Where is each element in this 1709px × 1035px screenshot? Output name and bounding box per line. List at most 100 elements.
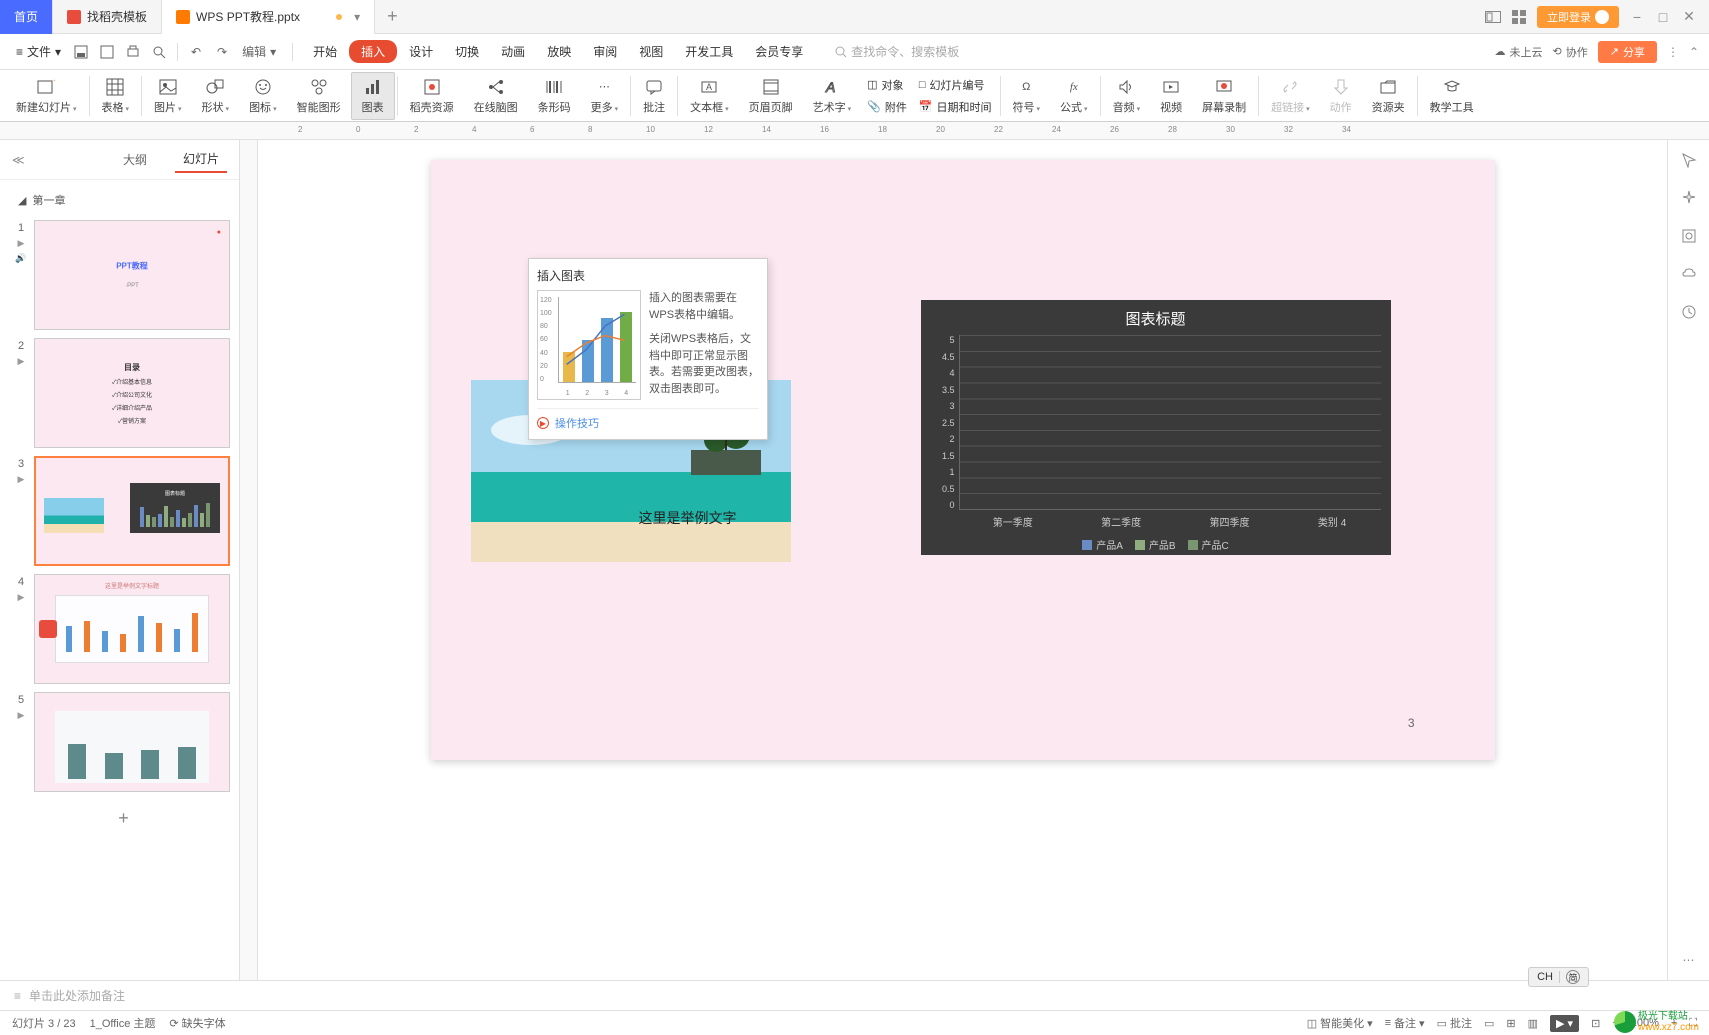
- section-header[interactable]: ◢ 第一章: [8, 188, 239, 212]
- menu-insert[interactable]: 插入: [349, 40, 397, 63]
- ribbon-mindmap[interactable]: 在线脑图: [464, 72, 528, 120]
- more-menu-icon[interactable]: ⋮: [1667, 45, 1679, 59]
- thumb-3[interactable]: 3▶ 图表标题: [14, 456, 233, 566]
- collapse-panel-icon[interactable]: ≪: [12, 153, 25, 167]
- app-grid-icon[interactable]: [1511, 9, 1527, 25]
- edit-menu[interactable]: 编辑 ▾: [236, 43, 282, 60]
- ribbon-shape[interactable]: 形状▾: [192, 72, 240, 120]
- menu-member[interactable]: 会员专享: [745, 39, 813, 64]
- tab-home[interactable]: 首页: [0, 0, 53, 34]
- view-reading-icon[interactable]: ▥: [1528, 1017, 1538, 1030]
- ribbon-action[interactable]: 动作: [1320, 72, 1362, 120]
- ribbon-docer-resource[interactable]: 稻壳资源: [400, 72, 464, 120]
- menu-review[interactable]: 审阅: [583, 39, 627, 64]
- view-sorter-icon[interactable]: ⊞: [1506, 1017, 1515, 1030]
- qat-print-icon[interactable]: [121, 40, 145, 64]
- ribbon-comment[interactable]: 批注: [633, 72, 675, 120]
- slide-canvas[interactable]: 这里是举例文字 图表标题 54.543.532.521.510.50 第一季度第…: [431, 160, 1495, 760]
- sidebar-animation-icon[interactable]: [1679, 302, 1699, 322]
- menu-design[interactable]: 设计: [399, 39, 443, 64]
- ribbon-barcode[interactable]: 条形码: [528, 72, 581, 120]
- add-slide-button[interactable]: +: [8, 800, 239, 837]
- ribbon-video[interactable]: 视频: [1150, 72, 1192, 120]
- sidebar-select-icon[interactable]: [1679, 150, 1699, 170]
- ribbon-object[interactable]: ◫对象: [861, 74, 913, 96]
- thumb-5[interactable]: 5▶: [14, 692, 233, 792]
- ribbon-hyperlink[interactable]: 超链接▾: [1261, 72, 1320, 120]
- ime-indicator[interactable]: CH 简: [1528, 967, 1589, 987]
- thumb-2[interactable]: 2▶ 目录 ✓介绍基本信息 ✓介绍公司文化 ✓详细介绍产品 ✓营销方案: [14, 338, 233, 448]
- sidebar-cloud-icon[interactable]: [1679, 264, 1699, 284]
- qat-save-icon[interactable]: [69, 40, 93, 64]
- notes-bar[interactable]: ≡ 单击此处添加备注: [0, 980, 1709, 1010]
- file-menu[interactable]: ≡ 文件 ▾: [10, 43, 67, 60]
- ribbon-table[interactable]: 表格▾: [92, 72, 140, 120]
- ribbon-audio[interactable]: 音频▾: [1103, 72, 1151, 120]
- tab-docer[interactable]: 找稻壳模板: [53, 0, 162, 34]
- sidebar-magic-icon[interactable]: [1679, 188, 1699, 208]
- cloud-status[interactable]: ☁ 未上云: [1495, 44, 1543, 60]
- ribbon-picture[interactable]: 图片▾: [144, 72, 192, 120]
- thumb-1[interactable]: 1▶🔊 ● PPT教程 ·PPT: [14, 220, 233, 330]
- ribbon-datetime[interactable]: 📅日期和时间: [913, 96, 998, 118]
- ribbon-more[interactable]: ⋯更多▾: [581, 72, 629, 120]
- ribbon-teach[interactable]: 教学工具: [1420, 72, 1484, 120]
- slide-chart[interactable]: 图表标题 54.543.532.521.510.50 第一季度第二季度第四季度类…: [921, 300, 1391, 555]
- ribbon-wordart[interactable]: A艺术字▾: [803, 72, 862, 120]
- ruler-vertical[interactable]: [240, 140, 258, 980]
- ribbon-header-footer[interactable]: 页眉页脚: [739, 72, 803, 120]
- menu-search[interactable]: 查找命令、搜索模板: [835, 43, 959, 60]
- share-button[interactable]: ↗ 分享: [1598, 41, 1657, 63]
- ruler-horizontal[interactable]: 20246810121416182022242628303234: [258, 122, 1709, 139]
- qat-redo-icon[interactable]: ↷: [210, 40, 234, 64]
- menu-transition[interactable]: 切换: [445, 39, 489, 64]
- play-mark-icon: ▶: [18, 474, 25, 485]
- qat-undo-icon[interactable]: ↶: [184, 40, 208, 64]
- reading-mode-icon[interactable]: [1485, 9, 1501, 25]
- close-button[interactable]: ✕: [1681, 9, 1697, 25]
- sidebar-design-icon[interactable]: [1679, 226, 1699, 246]
- fit-icon[interactable]: ⊡: [1591, 1017, 1600, 1030]
- menu-slideshow[interactable]: 放映: [537, 39, 581, 64]
- view-normal-icon[interactable]: ▭: [1484, 1017, 1494, 1030]
- ribbon-smartart[interactable]: 智能图形: [287, 72, 351, 120]
- collapse-ribbon-icon[interactable]: ⌃: [1689, 45, 1699, 59]
- ribbon-attach-label: 附件: [885, 99, 907, 115]
- thumb-4[interactable]: 4▶ 这里是举例文字标题: [14, 574, 233, 684]
- status-missing-font[interactable]: ⟳ 缺失字体: [169, 1015, 225, 1031]
- coop-button[interactable]: ⟲ 协作: [1553, 44, 1588, 60]
- panel-tab-outline[interactable]: 大纲: [115, 147, 155, 172]
- view-slideshow-button[interactable]: ▶ ▾: [1550, 1015, 1579, 1032]
- ribbon-icon[interactable]: 图标▾: [239, 72, 287, 120]
- ribbon-resource[interactable]: 资源夹: [1362, 72, 1415, 120]
- status-notes[interactable]: ≡ 备注 ▾: [1385, 1015, 1425, 1031]
- ribbon-slidenum[interactable]: □幻灯片编号: [913, 74, 998, 96]
- ribbon-chart[interactable]: 图表: [351, 72, 395, 120]
- tooltip-tips-link[interactable]: ▶操作技巧: [537, 415, 759, 431]
- tab-menu-icon[interactable]: ▾: [354, 10, 360, 24]
- ribbon-formula[interactable]: fx公式▾: [1050, 72, 1098, 120]
- ribbon-new-slide[interactable]: +新建幻灯片▾: [6, 72, 87, 120]
- menu-developer[interactable]: 开发工具: [675, 39, 743, 64]
- slide-viewport[interactable]: 这里是举例文字 图表标题 54.543.532.521.510.50 第一季度第…: [258, 140, 1667, 980]
- ribbon-attach[interactable]: 📎附件: [861, 96, 913, 118]
- menu-view[interactable]: 视图: [629, 39, 673, 64]
- menu-start[interactable]: 开始: [303, 39, 347, 64]
- ribbon-symbol[interactable]: Ω符号▾: [1003, 72, 1051, 120]
- login-button[interactable]: 立即登录: [1537, 6, 1619, 28]
- panel-tab-slides[interactable]: 幻灯片: [175, 146, 227, 173]
- slide-sample-text[interactable]: 这里是举例文字: [639, 508, 737, 528]
- qat-saveas-icon[interactable]: [95, 40, 119, 64]
- tab-file[interactable]: WPS PPT教程.pptx ▾: [162, 0, 375, 34]
- new-tab-button[interactable]: +: [375, 6, 410, 27]
- minimize-button[interactable]: −: [1629, 9, 1645, 25]
- ribbon-screenrec[interactable]: 屏幕录制: [1192, 72, 1256, 120]
- menu-animation[interactable]: 动画: [491, 39, 535, 64]
- status-comments[interactable]: ▭ 批注: [1437, 1015, 1472, 1031]
- qat-preview-icon[interactable]: [147, 40, 171, 64]
- sidebar-more-icon[interactable]: ⋯: [1679, 950, 1699, 970]
- notes-placeholder[interactable]: 单击此处添加备注: [29, 987, 125, 1004]
- ribbon-textbox[interactable]: A文本框▾: [680, 72, 739, 120]
- maximize-button[interactable]: □: [1655, 9, 1671, 25]
- status-beautify[interactable]: ◫ 智能美化 ▾: [1307, 1015, 1373, 1031]
